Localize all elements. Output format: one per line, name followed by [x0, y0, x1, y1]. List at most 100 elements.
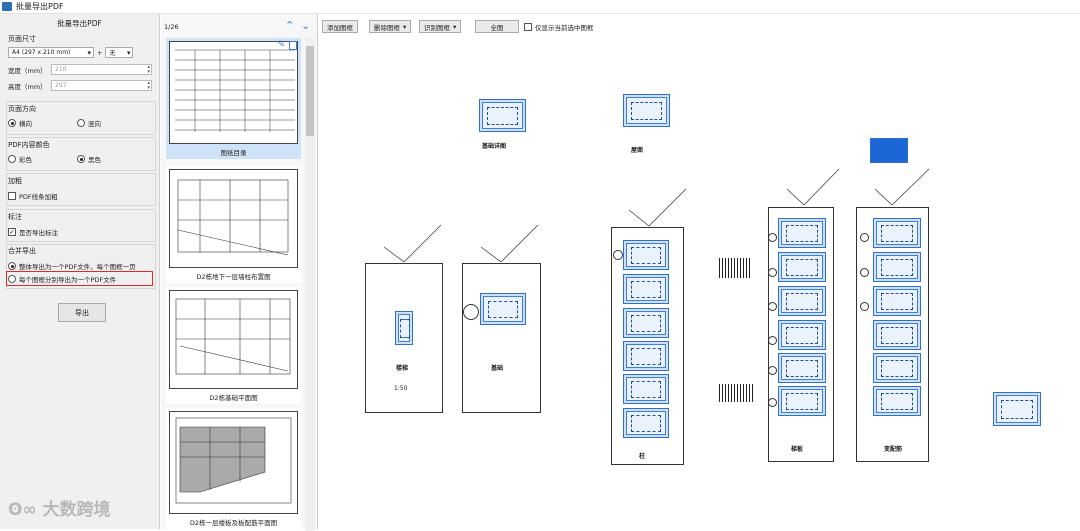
merge-single-radio[interactable] [8, 262, 16, 270]
marker-circle [860, 233, 869, 242]
sheet-box: 柱 [611, 227, 684, 465]
delete-icon[interactable] [289, 41, 297, 50]
annot-checkbox[interactable]: ✓ [8, 228, 16, 236]
drawing-frame[interactable] [873, 386, 921, 416]
drawing-thumbnail [169, 411, 298, 514]
merge-label: 合并导出 [8, 247, 36, 255]
landscape-label: 横向 [19, 120, 32, 128]
marker-circle [768, 366, 777, 375]
thumbnail-scrollbar[interactable] [305, 38, 315, 531]
drawing-frame[interactable] [623, 240, 669, 270]
paper-size-select[interactable]: A4 (297 x 210 mm) [8, 47, 94, 58]
extra-select[interactable]: 无 [105, 47, 134, 58]
sheet-box: 变配筋 [856, 207, 929, 462]
drawing-frame[interactable] [778, 320, 826, 350]
black-radio[interactable] [77, 155, 85, 163]
drawing-frame[interactable] [873, 286, 921, 316]
merge-each-label: 每个图框分别导出为一个PDF文件 [19, 276, 117, 284]
color-label: PDF内容颜色 [8, 141, 50, 149]
thumbnail-caption: D2栋地下一层墙柱布置图 [196, 273, 271, 281]
drawing-frame[interactable] [480, 293, 526, 325]
frame-label: 屋面 [631, 147, 644, 154]
drawing-frame[interactable] [479, 99, 526, 132]
drawing-frame[interactable] [778, 386, 826, 416]
bold-option-label: PDF线条加粗 [19, 193, 58, 201]
merge-each-radio[interactable] [8, 275, 16, 283]
drawing-frame[interactable] [778, 353, 826, 383]
bold-group [6, 173, 156, 206]
thumbnail-item[interactable]: D2栋基础平面图 [166, 287, 301, 404]
drawing-frame[interactable] [395, 311, 413, 345]
thumbnail-caption: D2栋一层楼板及板配筋平面图 [189, 519, 278, 527]
drawing-frame[interactable] [623, 374, 669, 404]
thumbnail-item[interactable]: ✎ 图纸目录 [166, 38, 301, 159]
watermark-logo-icon: ʘ∞ [8, 500, 43, 520]
drawing-frame[interactable] [873, 252, 921, 282]
drawing-canvas[interactable]: 添加图框 删除图框 ▾ 识别图框 ▾ 全图 仅显示当前选中图框 基础详图 屋面 楼梯… [319, 14, 1080, 529]
sheet-box: 基础 [462, 263, 541, 413]
plus-sign: + [97, 48, 103, 57]
marker-circle [463, 304, 479, 320]
color-option-label: 彩色 [19, 156, 32, 164]
selected-frame[interactable] [870, 138, 908, 163]
annot-option-label: 是否导出标注 [19, 229, 58, 237]
color-radio[interactable] [8, 155, 16, 163]
drawing-frame[interactable] [623, 274, 669, 304]
marker-circle [768, 336, 777, 345]
drawing-frame[interactable] [623, 94, 670, 127]
edit-icon[interactable]: ✎ [277, 40, 285, 50]
height-input[interactable]: 297 ▴ ▾ [51, 80, 152, 91]
page-size-label: 页面尺寸 [8, 35, 36, 43]
next-arrow-icon[interactable]: ⌄ [301, 19, 310, 32]
panel-title: 批量导出PDF [57, 19, 102, 28]
scroll-thumb[interactable] [306, 46, 314, 136]
width-input[interactable]: 210 ▴ ▾ [51, 64, 152, 75]
thumbnail-panel: 1/26 ⌃ ⌄ ✎ 图纸目录 D2栋地下一层墙柱布置图 D2栋基础平面图 D2… [161, 14, 318, 531]
export-button[interactable]: 导出 [58, 303, 106, 322]
height-spin-icon[interactable]: ▴ ▾ [147, 81, 150, 91]
drawing-frame[interactable] [778, 218, 826, 248]
frame-label: 基础详图 [482, 143, 507, 150]
prev-arrow-icon[interactable]: ⌃ [285, 19, 294, 32]
bold-checkbox[interactable] [8, 192, 16, 200]
drawing-frame[interactable] [873, 353, 921, 383]
width-label: 宽度（mm） [8, 66, 47, 75]
drawing-frame[interactable] [778, 252, 826, 282]
frame-label: 柱 [639, 453, 646, 460]
merge-single-label: 整体导出为一个PDF文件，每个图框一页 [19, 263, 136, 271]
marker-circle [860, 302, 869, 311]
drawing-frame[interactable] [623, 341, 669, 371]
drawing-frame[interactable] [873, 218, 921, 248]
drawing-frame[interactable] [623, 308, 669, 338]
drawing-thumbnail [169, 169, 298, 268]
drawing-frame[interactable] [993, 392, 1041, 426]
landscape-radio[interactable] [8, 119, 16, 127]
thumbnail-caption: 图纸目录 [220, 149, 247, 157]
marker-circle [860, 268, 869, 277]
width-spin-icon[interactable]: ▴ ▾ [147, 65, 150, 75]
drawing-frame[interactable] [778, 286, 826, 316]
black-option-label: 黑色 [88, 156, 101, 164]
page-counter: 1/26 [164, 23, 179, 31]
scale-label: 1:50 [394, 385, 408, 392]
marker-circle [613, 250, 623, 260]
drawing-fragment [719, 384, 755, 402]
title-bar: 批量导出PDF [0, 0, 1080, 14]
sheet-box: 梯板 [768, 207, 834, 462]
thumbnail-item[interactable]: D2栋地下一层墙柱布置图 [166, 166, 301, 283]
annot-group [6, 209, 156, 242]
marker-circle [768, 398, 777, 407]
thumbnail-item[interactable]: D2栋一层楼板及板配筋平面图 [166, 408, 301, 529]
portrait-label: 竖向 [88, 120, 101, 128]
drawing-frame[interactable] [623, 408, 669, 438]
marker-circle [768, 233, 777, 242]
marker-circle [768, 302, 777, 311]
height-label: 高度（mm） [8, 82, 47, 91]
drawing-fragment [719, 258, 751, 278]
drawing-thumbnail [169, 41, 298, 144]
frame-label: 变配筋 [884, 446, 903, 453]
bold-label: 加粗 [8, 177, 22, 185]
drawing-frame[interactable] [873, 320, 921, 350]
drawing-thumbnail [169, 290, 298, 389]
portrait-radio[interactable] [77, 119, 85, 127]
